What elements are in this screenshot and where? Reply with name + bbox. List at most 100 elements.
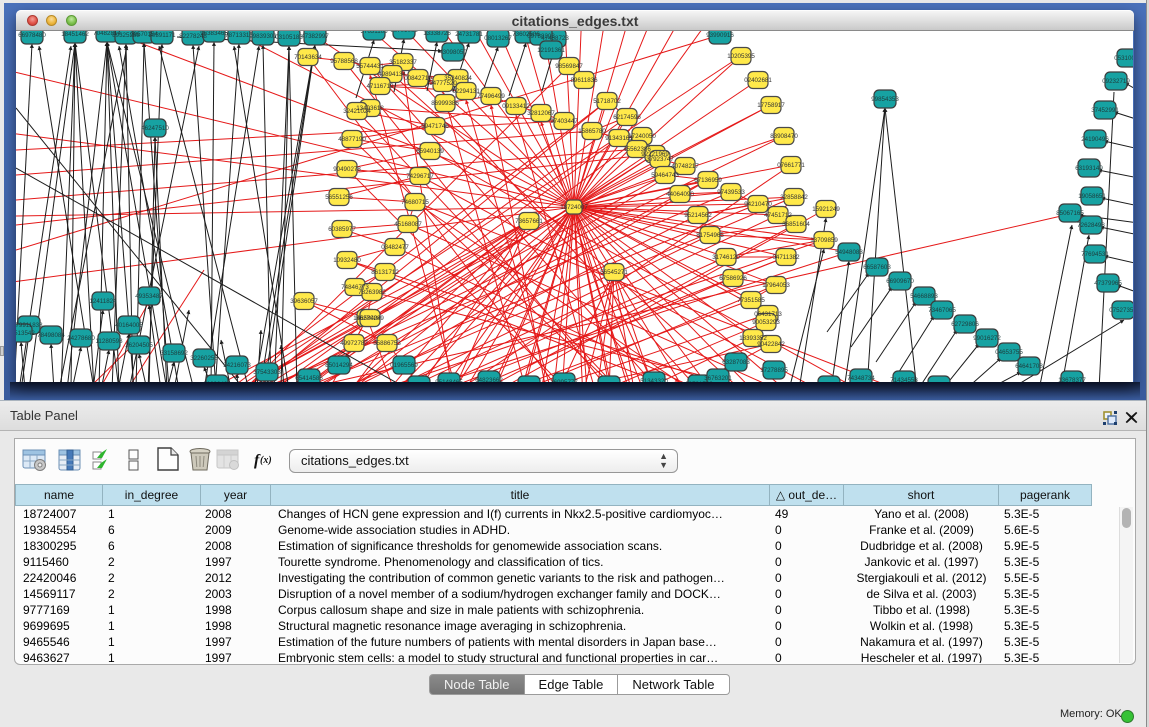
svg-text:94210470: 94210470 [744, 201, 772, 208]
svg-text:90422842: 90422842 [757, 341, 785, 348]
svg-text:32812067: 32812067 [527, 110, 555, 117]
svg-text:32260256: 32260256 [190, 355, 218, 362]
svg-text:17758917: 17758917 [757, 102, 785, 109]
svg-text:77496499: 77496499 [477, 93, 505, 100]
svg-text:17964053: 17964053 [762, 282, 790, 289]
svg-text:66270289: 66270289 [356, 315, 384, 322]
svg-text:77694531: 77694531 [1081, 251, 1109, 258]
svg-text:83908470: 83908470 [770, 133, 798, 140]
svg-text:13678377: 13678377 [1058, 377, 1086, 382]
svg-text:36763201: 36763201 [704, 375, 732, 382]
svg-text:36995777: 36995777 [550, 379, 578, 382]
svg-text:15865780: 15865780 [578, 128, 606, 135]
svg-text:96383465: 96383465 [200, 31, 228, 37]
svg-text:12411824: 12411824 [89, 298, 117, 305]
svg-text:81693406: 81693406 [203, 381, 231, 382]
svg-text:55886753: 55886753 [373, 340, 401, 347]
svg-text:63193149: 63193149 [1075, 165, 1103, 172]
svg-text:73467065: 73467065 [928, 307, 956, 314]
svg-text:09133412: 09133412 [502, 103, 530, 110]
svg-text:46247510: 46247510 [141, 125, 169, 132]
svg-text:08013267: 08013267 [484, 35, 512, 42]
svg-text:64823662: 64823662 [475, 377, 503, 382]
svg-text:10205395: 10205395 [727, 53, 755, 60]
svg-text:18724007: 18724007 [560, 204, 588, 211]
svg-text:03482477: 03482477 [381, 244, 409, 251]
svg-text:09839301: 09839301 [249, 33, 277, 40]
svg-text:67136959: 67136959 [694, 177, 722, 184]
svg-text:35182337: 35182337 [389, 59, 417, 66]
svg-text:89611836: 89611836 [570, 77, 598, 84]
svg-text:37923747: 37923747 [646, 156, 674, 163]
svg-text:70143634: 70143634 [294, 54, 322, 61]
svg-text:31746120: 31746120 [712, 254, 740, 261]
svg-text:07661771: 07661771 [777, 162, 805, 169]
svg-text:95788568: 95788568 [330, 58, 358, 65]
svg-text:04653755: 04653755 [995, 349, 1023, 356]
svg-text:67586926: 67586926 [719, 275, 747, 282]
svg-text:00842710: 00842710 [404, 75, 432, 82]
svg-text:47116719: 47116719 [366, 83, 394, 90]
svg-text:01965569: 01965569 [390, 362, 418, 369]
svg-text:18451462: 18451462 [61, 31, 89, 38]
svg-text:37631165: 37631165 [360, 31, 388, 35]
svg-text:43098050: 43098050 [439, 49, 467, 56]
svg-text:66978480: 66978480 [18, 32, 46, 39]
svg-text:03105183: 03105183 [275, 34, 303, 41]
svg-text:95214562: 95214562 [684, 212, 712, 219]
svg-text:73657661: 73657661 [515, 218, 543, 225]
svg-text:55744431: 55744431 [356, 63, 384, 70]
svg-text:72628498: 72628498 [1077, 222, 1105, 229]
svg-text:13338726: 13338726 [423, 31, 451, 37]
svg-text:(x): (x) [260, 455, 272, 466]
svg-text:10932480: 10932480 [333, 257, 361, 264]
svg-text:86999386: 86999386 [431, 100, 459, 107]
svg-text:74680715: 74680715 [401, 199, 429, 206]
svg-text:33158692: 33158692 [160, 350, 188, 357]
svg-text:37543303: 37543303 [253, 369, 281, 376]
svg-text:40164005: 40164005 [115, 322, 143, 329]
svg-text:36851604: 36851604 [782, 221, 810, 228]
svg-text:85067165: 85067165 [1056, 210, 1084, 217]
svg-text:47382997: 47382997 [301, 33, 329, 40]
svg-text:65940139: 65940139 [416, 148, 444, 155]
svg-text:06431713: 06431713 [754, 311, 782, 318]
svg-text:63287083: 63287083 [722, 359, 750, 366]
svg-text:85014294: 85014294 [325, 362, 353, 369]
svg-text:56545271: 56545271 [600, 269, 628, 276]
svg-text:37452991: 37452991 [1091, 107, 1119, 114]
svg-text:26204505: 26204505 [125, 342, 153, 349]
svg-text:98569847: 98569847 [555, 63, 583, 70]
svg-text:40748217: 40748217 [671, 163, 699, 170]
svg-text:17278895: 17278895 [760, 367, 788, 374]
svg-text:97403447: 97403447 [550, 118, 578, 125]
svg-text:07527354: 07527354 [1109, 307, 1133, 314]
svg-text:78498084: 78498084 [37, 332, 65, 339]
svg-text:86131712: 86131712 [371, 269, 399, 276]
svg-text:78263982: 78263982 [358, 289, 386, 296]
svg-text:94777520: 94777520 [429, 80, 457, 87]
svg-text:49353487: 49353487 [135, 293, 163, 300]
svg-text:39636057: 39636057 [290, 298, 318, 305]
svg-text:30391171: 30391171 [148, 32, 176, 39]
svg-text:65414586: 65414586 [295, 375, 323, 382]
svg-text:11280598: 11280598 [95, 338, 123, 345]
svg-text:77351585: 77351585 [737, 297, 765, 304]
svg-text:90053293: 90053293 [752, 319, 780, 326]
svg-text:47451712: 47451712 [764, 212, 792, 219]
svg-text:12191361: 12191361 [537, 47, 565, 54]
svg-text:09232719: 09232719 [1102, 78, 1130, 85]
svg-text:66701065: 66701065 [390, 31, 418, 34]
svg-text:04711382: 04711382 [772, 254, 800, 261]
svg-text:51718702: 51718702 [593, 98, 621, 105]
svg-text:66909670: 66909670 [886, 278, 914, 285]
svg-text:44064090: 44064090 [666, 191, 694, 198]
svg-text:95148465: 95148465 [435, 379, 463, 382]
svg-text:62729806: 62729806 [951, 321, 979, 328]
svg-text:15921249: 15921249 [812, 206, 840, 213]
svg-text:32421024: 32421024 [343, 108, 371, 115]
svg-text:02294131: 02294131 [452, 88, 480, 95]
svg-text:24190496: 24190496 [1081, 136, 1109, 143]
svg-text:48877190: 48877190 [338, 136, 366, 143]
svg-text:47379965: 47379965 [1094, 280, 1122, 287]
